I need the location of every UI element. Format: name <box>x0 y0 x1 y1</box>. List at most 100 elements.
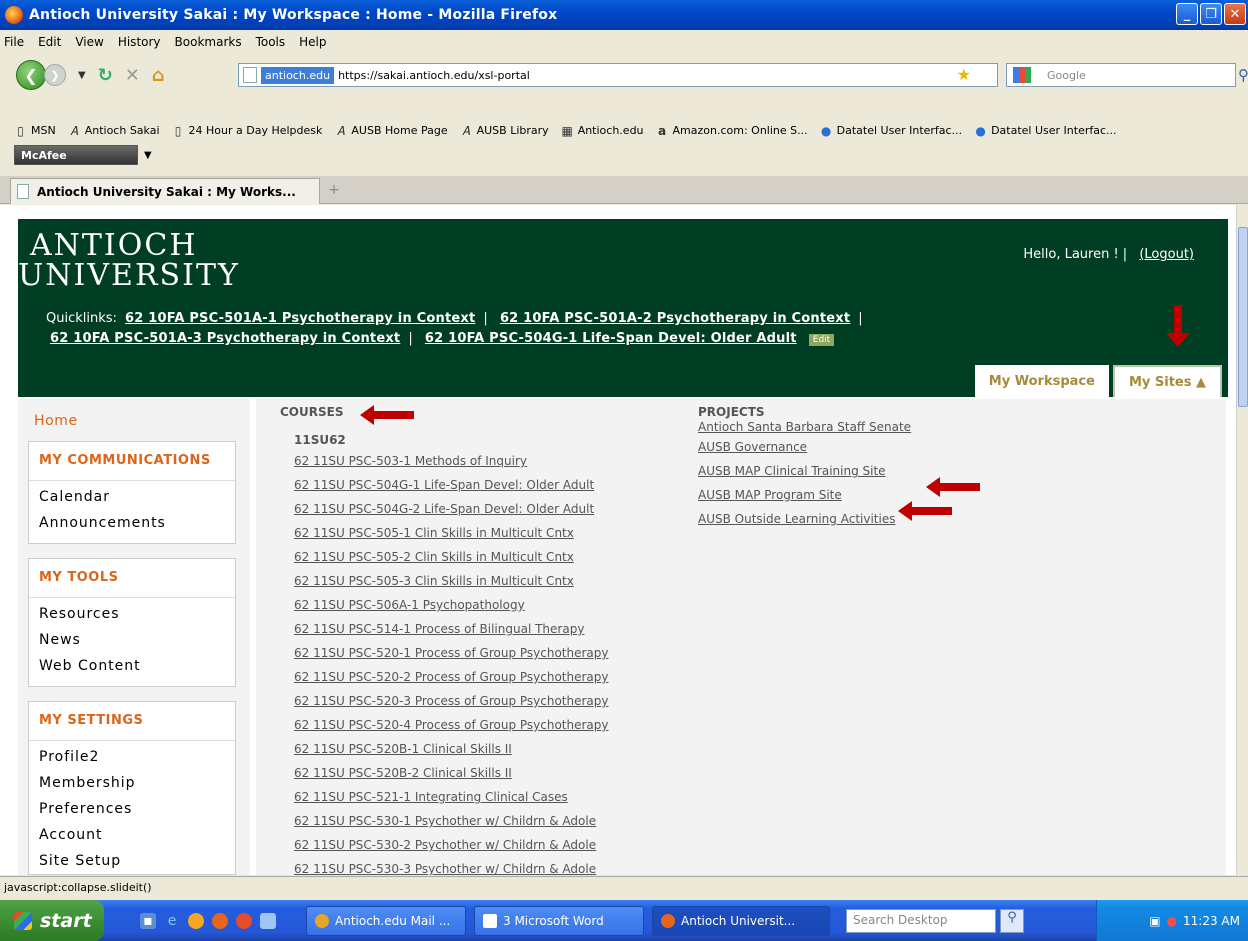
taskbar-button-label: 3 Microsoft Word <box>503 913 604 928</box>
course-link[interactable]: 62 11SU PSC-520-4 Process of Group Psych… <box>294 713 700 737</box>
tab-current[interactable]: Antioch University Sakai : My Works... <box>10 178 320 204</box>
quicklink[interactable]: 62 10FA PSC-504G-1 Life-Span Devel: Olde… <box>425 331 797 346</box>
ie-icon[interactable]: e <box>164 913 180 929</box>
course-link[interactable]: 62 11SU PSC-505-1 Clin Skills in Multicu… <box>294 521 700 545</box>
nav-item-calendar[interactable]: Calendar <box>29 481 235 510</box>
course-link[interactable]: 62 11SU PSC-503-1 Methods of Inquiry <box>294 449 700 473</box>
bookmark-item[interactable]: ▯ MSN <box>14 124 56 138</box>
logout-link[interactable]: (Logout) <box>1139 247 1194 262</box>
dropdown-arrow-icon[interactable]: ▼ <box>78 70 86 81</box>
course-link[interactable]: 62 11SU PSC-505-3 Clin Skills in Multicu… <box>294 569 700 593</box>
taskbar-button-word[interactable]: 3 Microsoft Word <box>474 905 644 936</box>
menu-bookmarks[interactable]: Bookmarks <box>175 35 242 49</box>
bookmark-star-icon[interactable]: ★ <box>957 65 971 84</box>
nav-item-site-setup[interactable]: Site Setup <box>29 848 235 874</box>
search-icon[interactable]: ⚲ <box>1000 908 1024 933</box>
search-icon[interactable]: ⚲ <box>1238 66 1248 84</box>
url-text[interactable]: https://sakai.antioch.edu/xsl-portal <box>338 69 530 82</box>
course-link[interactable]: 62 11SU PSC-504G-1 Life-Span Devel: Olde… <box>294 473 700 497</box>
taskbar-button-firefox[interactable]: Antioch Universit... <box>652 905 830 936</box>
google-icon[interactable] <box>1013 67 1031 83</box>
site-identity-domain[interactable]: antioch.edu <box>261 66 335 84</box>
vertical-scrollbar[interactable] <box>1236 205 1248 875</box>
course-link[interactable]: 62 11SU PSC-504G-2 Life-Span Devel: Olde… <box>294 497 700 521</box>
bookmark-item[interactable]: 𝐴 AUSB Home Page <box>334 124 448 138</box>
nav-item-membership[interactable]: Membership <box>29 770 235 796</box>
new-tab-button[interactable]: + <box>324 182 344 200</box>
nav-home[interactable]: Home <box>18 399 250 441</box>
quicklink[interactable]: 62 10FA PSC-501A-3 Psychotherapy in Cont… <box>50 331 400 346</box>
home-icon[interactable]: ⌂ <box>152 65 165 86</box>
project-link[interactable]: AUSB Governance <box>698 435 1098 459</box>
forward-button[interactable]: ❯ <box>44 64 66 86</box>
antioch-logo[interactable]: ANTIOCH UNIVERSITY <box>18 231 240 291</box>
nav-section-title[interactable]: MY TOOLS <box>29 559 235 598</box>
firefox-icon[interactable] <box>212 912 228 929</box>
edit-quicklinks-button[interactable]: Edit <box>808 334 835 346</box>
bookmark-item[interactable]: 𝐴 Antioch Sakai <box>68 124 159 138</box>
project-link[interactable]: Antioch Santa Barbara Staff Senate <box>698 419 1098 435</box>
quicklink[interactable]: 62 10FA PSC-501A-1 Psychotherapy in Cont… <box>125 311 475 326</box>
back-button[interactable]: ❮ <box>16 60 46 90</box>
menu-help[interactable]: Help <box>299 35 326 49</box>
chrome-icon[interactable] <box>236 912 252 929</box>
bookmark-item[interactable]: a Amazon.com: Online S... <box>656 124 808 138</box>
bookmark-item[interactable]: 𝐴 AUSB Library <box>460 124 549 138</box>
course-link[interactable]: 62 11SU PSC-505-2 Clin Skills in Multicu… <box>294 545 700 569</box>
course-link[interactable]: 62 11SU PSC-520B-1 Clinical Skills II <box>294 737 700 761</box>
menu-file[interactable]: File <box>4 35 24 49</box>
mcafee-tray-icon[interactable]: ● <box>1167 914 1177 928</box>
nav-item-news[interactable]: News <box>29 627 235 653</box>
chrome-icon <box>315 913 329 928</box>
mcafee-button[interactable]: McAfee <box>14 145 138 165</box>
course-link[interactable]: 62 11SU PSC-530-3 Psychother w/ Childrn … <box>294 857 700 875</box>
menu-edit[interactable]: Edit <box>38 35 61 49</box>
url-bar[interactable]: antioch.edu https://sakai.antioch.edu/xs… <box>238 63 998 87</box>
nav-item-announcements[interactable]: Announcements <box>29 510 235 543</box>
course-link[interactable]: 62 11SU PSC-520-3 Process of Group Psych… <box>294 689 700 713</box>
network-icon[interactable]: ▣ <box>1149 914 1160 928</box>
desktop-search-input[interactable]: Search Desktop <box>846 908 996 933</box>
bookmark-item[interactable]: ▯ 24 Hour a Day Helpdesk <box>172 124 323 138</box>
nav-section-title[interactable]: MY SETTINGS <box>29 702 235 741</box>
menu-history[interactable]: History <box>118 35 161 49</box>
course-link[interactable]: 62 11SU PSC-521-1 Integrating Clinical C… <box>294 785 700 809</box>
nav-item-resources[interactable]: Resources <box>29 598 235 627</box>
taskbar-button-mail[interactable]: Antioch.edu Mail ... <box>306 905 466 936</box>
reload-icon[interactable]: ↻ <box>98 65 113 86</box>
menu-tools[interactable]: Tools <box>256 35 286 49</box>
course-link[interactable]: 62 11SU PSC-520-1 Process of Group Psych… <box>294 641 700 665</box>
project-link[interactable]: AUSB MAP Clinical Training Site <box>698 459 1098 483</box>
stop-icon[interactable]: ✕ <box>125 65 140 86</box>
close-button[interactable]: ✕ <box>1224 3 1246 25</box>
course-link[interactable]: 62 11SU PSC-530-1 Psychother w/ Childrn … <box>294 809 700 833</box>
bookmark-item[interactable]: ● Datatel User Interfac... <box>974 124 1116 138</box>
minimize-button[interactable]: _ <box>1176 3 1198 25</box>
nav-item-profile2[interactable]: Profile2 <box>29 741 235 770</box>
bookmark-item[interactable]: ● Datatel User Interfac... <box>820 124 962 138</box>
course-link[interactable]: 62 11SU PSC-506A-1 Psychopathology <box>294 593 700 617</box>
desktop-icon[interactable]: ▪ <box>140 912 156 929</box>
course-link[interactable]: 62 11SU PSC-520-2 Process of Group Psych… <box>294 665 700 689</box>
course-link[interactable]: 62 11SU PSC-514-1 Process of Bilingual T… <box>294 617 700 641</box>
restore-button[interactable]: ❐ <box>1200 3 1222 25</box>
search-input[interactable]: Google ⚲ <box>1006 63 1248 87</box>
nav-item-account[interactable]: Account <box>29 822 235 848</box>
chevron-down-icon[interactable]: ▼ <box>144 150 152 161</box>
clock[interactable]: 11:23 AM <box>1183 914 1240 928</box>
tab-my-workspace[interactable]: My Workspace <box>974 365 1109 397</box>
media-player-icon[interactable] <box>188 912 204 929</box>
quicklink[interactable]: 62 10FA PSC-501A-2 Psychotherapy in Cont… <box>500 311 850 326</box>
tab-my-sites[interactable]: My Sites ▲ <box>1112 365 1222 397</box>
start-button[interactable]: start <box>0 900 104 941</box>
course-link[interactable]: 62 11SU PSC-530-2 Psychother w/ Childrn … <box>294 833 700 857</box>
scrollbar-thumb[interactable] <box>1238 227 1248 407</box>
course-link[interactable]: 62 11SU PSC-520B-2 Clinical Skills II <box>294 761 700 785</box>
nav-section-title[interactable]: MY COMMUNICATIONS <box>29 442 235 481</box>
nav-item-preferences[interactable]: Preferences <box>29 796 235 822</box>
nav-item-web-content[interactable]: Web Content <box>29 653 235 686</box>
tab-strip: Antioch University Sakai : My Works... + <box>0 176 1248 204</box>
menu-view[interactable]: View <box>75 35 103 49</box>
bookmark-item[interactable]: ▦ Antioch.edu <box>561 124 644 138</box>
app-icon[interactable] <box>260 912 276 929</box>
